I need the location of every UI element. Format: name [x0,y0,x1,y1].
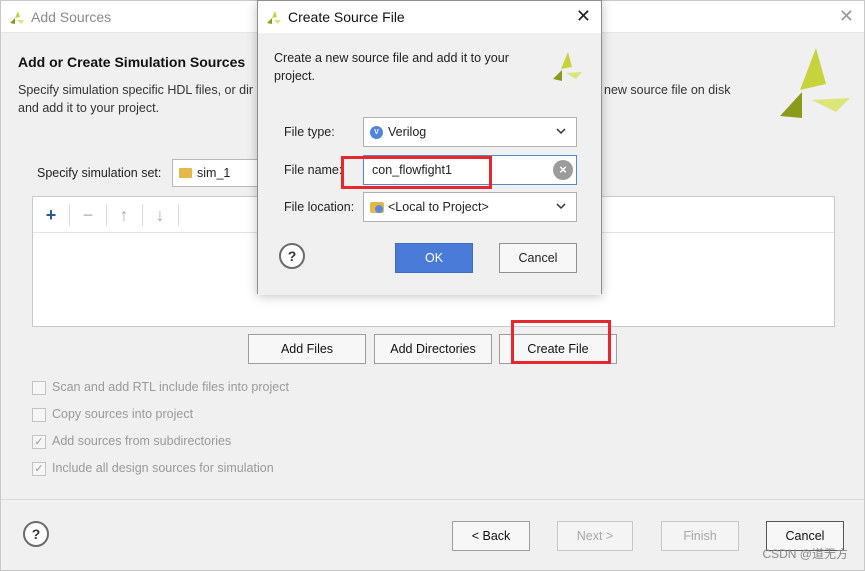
option-label: Include all design sources for simulatio… [52,461,274,475]
toolbar-separator [106,204,107,226]
file-type-dropdown[interactable]: V Verilog [363,117,577,147]
dialog-message-line2: project. [274,69,315,83]
finish-button[interactable]: Finish [661,521,739,551]
footer-divider [1,499,864,500]
dialog-cancel-button[interactable]: Cancel [499,243,577,273]
page-description-line1: Specify simulation specific HDL files, o… [18,83,254,97]
add-icon[interactable]: + [39,203,63,227]
option-checkbox-checked[interactable]: ✓ [32,462,46,476]
toolbar-separator [69,204,70,226]
back-button[interactable]: < Back [452,521,530,551]
verilog-icon: V [370,126,383,139]
toolbar-separator [142,204,143,226]
option-checkbox[interactable] [32,408,46,422]
chevron-down-icon[interactable] [556,126,566,136]
dialog-close-icon[interactable]: ✕ [576,6,591,27]
vivado-logo-icon [267,11,281,24]
dialog-message-line1: Create a new source file and add it to y… [274,51,509,65]
file-location-label: File location: [284,200,355,214]
add-directories-button[interactable]: Add Directories [374,334,492,364]
option-checkbox-checked[interactable]: ✓ [32,435,46,449]
option-label: Copy sources into project [52,407,194,421]
option-label: Scan and add RTL include files into proj… [52,380,289,394]
move-up-icon[interactable]: ↑ [112,203,136,227]
file-location-value: <Local to Project> [388,200,489,214]
option-checkbox[interactable] [32,381,46,395]
toolbar-separator [178,204,179,226]
create-file-button[interactable]: Create File [499,334,617,364]
dialog-body: Create a new source file and add it to y… [258,33,601,295]
page-heading: Add or Create Simulation Sources [18,54,246,70]
ok-button[interactable]: OK [395,243,473,273]
move-down-icon[interactable]: ↓ [148,203,172,227]
vivado-logo-icon [10,11,24,24]
window-close-icon[interactable]: ✕ [839,6,854,27]
create-source-file-dialog: Create Source File ✕ Create a new source… [257,0,602,295]
chevron-down-icon[interactable] [556,201,566,211]
file-type-label: File type: [284,125,335,139]
dialog-titlebar: Create Source File ✕ [258,1,601,33]
dialog-title: Create Source File [288,9,405,25]
watermark: CSDN @道无方 [762,547,848,561]
simset-label: Specify simulation set: [37,166,162,180]
page-description-line2: and add it to your project. [18,101,160,115]
dialog-help-button[interactable]: ? [279,243,305,269]
folder-icon [370,202,384,213]
vivado-large-logo-icon [780,48,850,118]
clear-input-icon[interactable]: × [553,160,573,180]
add-files-button[interactable]: Add Files [248,334,366,364]
file-name-input[interactable]: con_flowfight1 × [363,155,577,185]
help-button[interactable]: ? [23,521,49,547]
window-title: Add Sources [31,9,112,25]
option-label: Add sources from subdirectories [52,434,232,448]
remove-icon[interactable]: − [76,203,100,227]
vivado-logo-icon [553,52,582,81]
file-name-value: con_flowfight1 [372,163,452,177]
folder-icon [179,168,192,178]
file-name-label: File name: [284,163,343,177]
next-button[interactable]: Next > [557,521,633,551]
page-description-line1-right: new source file on disk [604,83,731,97]
simset-dropdown[interactable]: sim_1 [172,159,264,187]
file-type-value: Verilog [388,125,427,139]
simset-value: sim_1 [197,166,231,180]
file-location-dropdown[interactable]: <Local to Project> [363,192,577,222]
